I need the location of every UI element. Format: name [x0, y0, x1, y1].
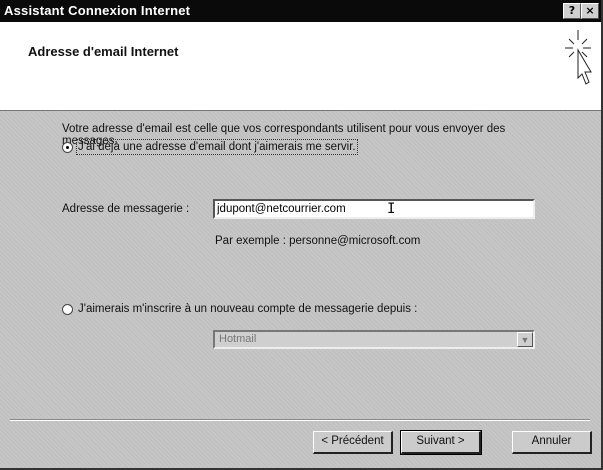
- cancel-button[interactable]: Annuler: [512, 431, 592, 454]
- divider: [10, 419, 590, 421]
- wizard-body: Votre adresse d'email est celle que vos …: [0, 111, 601, 468]
- radio-new-label[interactable]: J'aimerais m'inscrire à un nouveau compt…: [78, 303, 417, 315]
- text-cursor-icon: I: [387, 201, 396, 217]
- close-button[interactable]: ×: [581, 3, 599, 19]
- next-button[interactable]: Suivant >: [400, 430, 482, 455]
- radio-existing-address[interactable]: [62, 142, 73, 153]
- chevron-down-icon[interactable]: ▼: [517, 332, 533, 347]
- previous-button-label: < Précédent: [321, 435, 384, 447]
- window-title: Assistant Connexion Internet: [4, 3, 191, 18]
- wizard-window: Assistant Connexion Internet ? × Adresse…: [0, 0, 603, 470]
- cancel-button-label: Annuler: [531, 435, 572, 447]
- wizard-header: Adresse d'email Internet: [0, 22, 601, 111]
- wizard-wand-icon: [565, 30, 592, 85]
- email-input[interactable]: [213, 199, 535, 219]
- radio-new-account[interactable]: [62, 304, 73, 315]
- previous-button[interactable]: < Précédent: [313, 431, 393, 454]
- example-text: Par exemple : personne@microsoft.com: [215, 235, 421, 247]
- radio-existing-label[interactable]: J'ai déjà une adresse d'email dont j'aim…: [76, 139, 358, 155]
- close-icon: ×: [585, 4, 595, 17]
- next-button-label: Suivant >: [416, 435, 465, 447]
- email-field-label: Adresse de messagerie :: [62, 203, 190, 215]
- provider-select[interactable]: Hotmail ▼: [213, 330, 535, 349]
- page-title: Adresse d'email Internet: [28, 44, 179, 59]
- help-icon: ?: [568, 4, 576, 17]
- title-bar[interactable]: Assistant Connexion Internet ? ×: [0, 0, 601, 22]
- provider-select-value: Hotmail: [219, 333, 257, 345]
- help-button[interactable]: ?: [563, 3, 581, 19]
